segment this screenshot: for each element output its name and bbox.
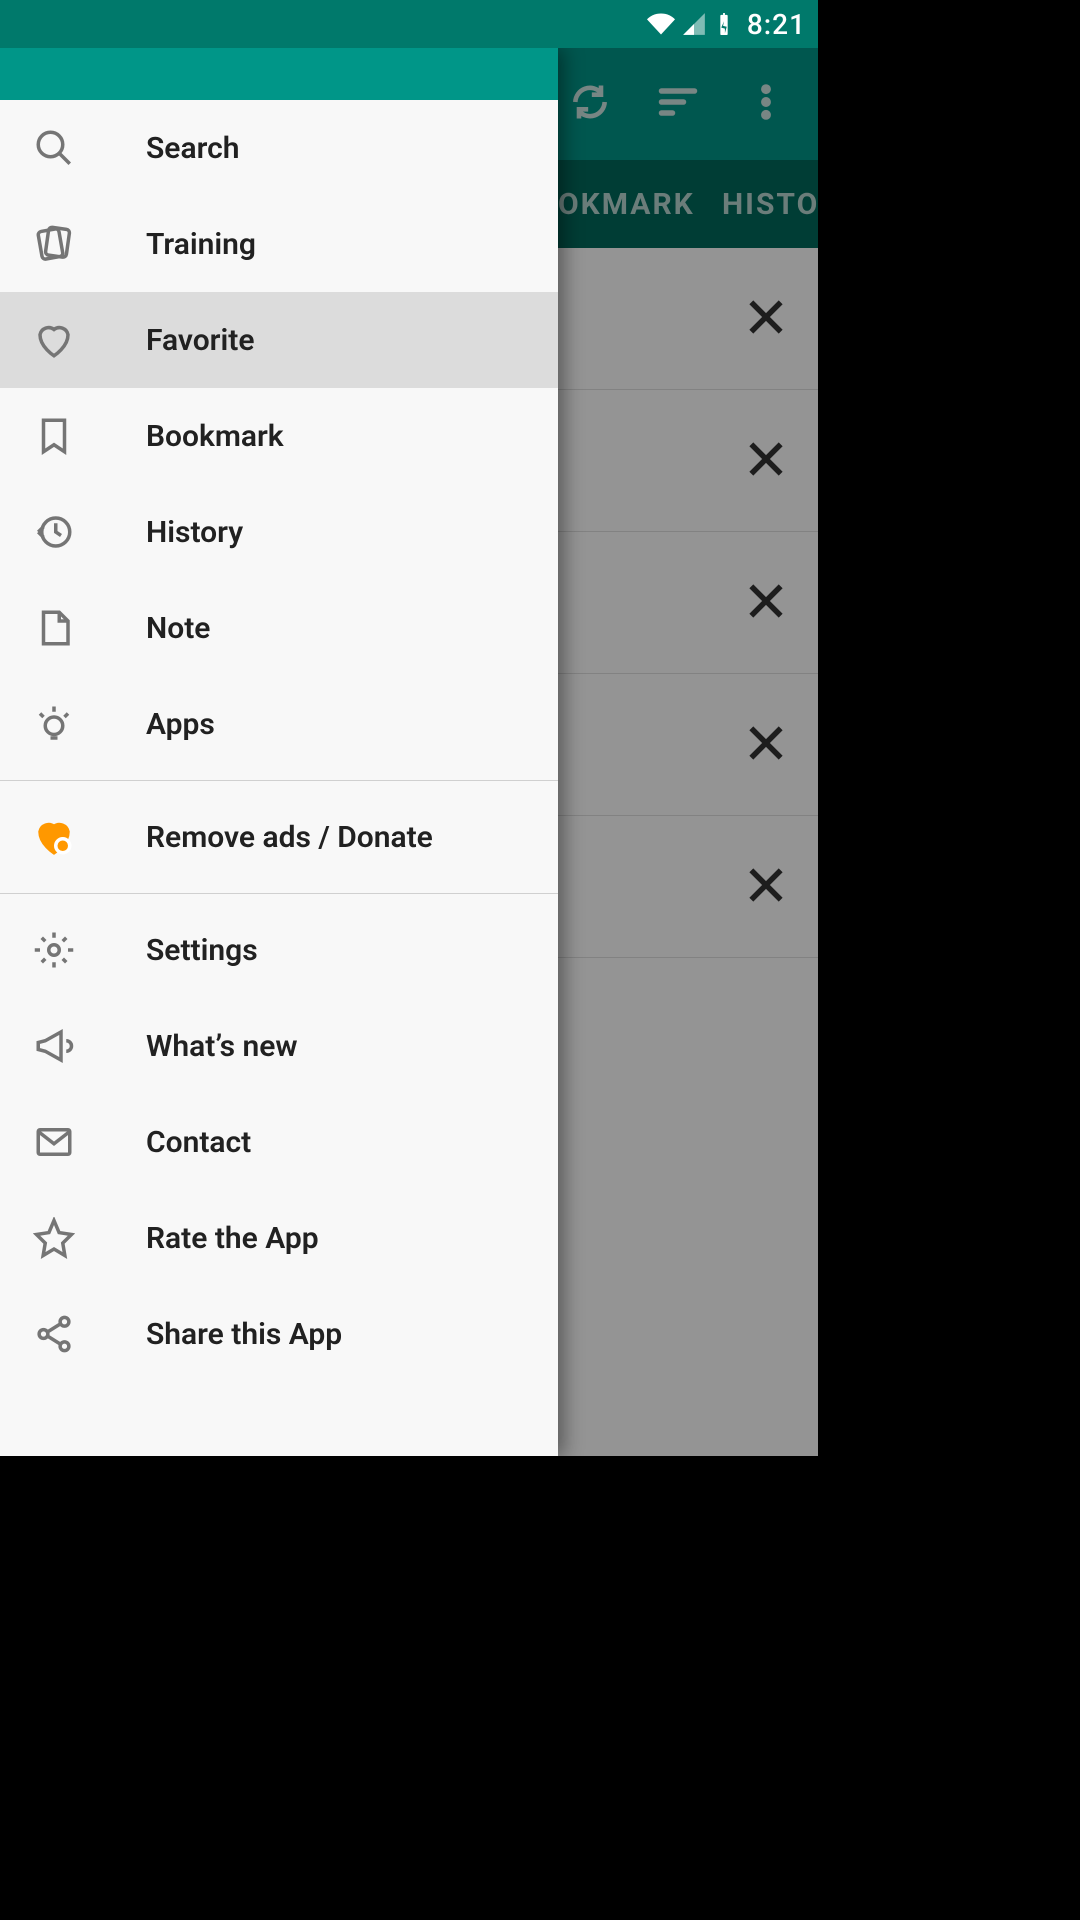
drawer-item-whatsnew[interactable]: What’s new bbox=[0, 998, 558, 1094]
drawer-item-note[interactable]: Note bbox=[0, 580, 558, 676]
drawer-item-favorite[interactable]: Favorite bbox=[0, 292, 558, 388]
star-icon bbox=[32, 1216, 76, 1260]
cards-icon bbox=[32, 222, 76, 266]
drawer-item-label: Settings bbox=[146, 933, 258, 968]
history-icon bbox=[32, 510, 76, 554]
note-icon bbox=[32, 606, 76, 650]
mail-icon bbox=[32, 1120, 76, 1164]
drawer-item-label: Favorite bbox=[146, 323, 255, 358]
drawer-item-label: Bookmark bbox=[146, 419, 284, 454]
drawer-item-settings[interactable]: Settings bbox=[0, 902, 558, 998]
drawer-item-contact[interactable]: Contact bbox=[0, 1094, 558, 1190]
drawer-item-label: History bbox=[146, 515, 243, 550]
drawer-item-apps[interactable]: Apps bbox=[0, 676, 558, 772]
drawer-item-bookmark[interactable]: Bookmark bbox=[0, 388, 558, 484]
nav-drawer: Search Training Favorite Bookmark bbox=[0, 48, 558, 1456]
drawer-item-label: Apps bbox=[146, 707, 215, 742]
drawer-item-training[interactable]: Training bbox=[0, 196, 558, 292]
drawer-item-share[interactable]: Share this App bbox=[0, 1286, 558, 1382]
drawer-item-label: Note bbox=[146, 611, 210, 646]
drawer-divider bbox=[0, 780, 558, 781]
gear-icon bbox=[32, 928, 76, 972]
drawer-item-label: Share this App bbox=[146, 1317, 342, 1352]
bookmark-icon bbox=[32, 414, 76, 458]
drawer-item-label: Contact bbox=[146, 1125, 251, 1160]
drawer-item-donate[interactable]: Remove ads / Donate bbox=[0, 789, 558, 885]
status-bar: 8:21 bbox=[0, 0, 818, 48]
drawer-item-label: Rate the App bbox=[146, 1221, 319, 1256]
lightbulb-icon bbox=[32, 702, 76, 746]
drawer-item-label: Remove ads / Donate bbox=[146, 820, 433, 855]
drawer-item-label: Search bbox=[146, 131, 239, 166]
wifi-icon bbox=[647, 10, 675, 38]
battery-charging-icon bbox=[713, 10, 735, 38]
status-time: 8:21 bbox=[747, 8, 806, 41]
drawer-item-label: Training bbox=[146, 227, 256, 262]
drawer-item-search[interactable]: Search bbox=[0, 100, 558, 196]
drawer-item-rate[interactable]: Rate the App bbox=[0, 1190, 558, 1286]
drawer-item-history[interactable]: History bbox=[0, 484, 558, 580]
donate-heart-icon bbox=[32, 815, 76, 859]
cell-signal-icon bbox=[681, 11, 707, 37]
search-icon bbox=[32, 126, 76, 170]
drawer-item-label: What’s new bbox=[146, 1029, 298, 1064]
share-icon bbox=[32, 1312, 76, 1356]
drawer-divider bbox=[0, 893, 558, 894]
drawer-header bbox=[0, 48, 558, 100]
megaphone-icon bbox=[32, 1024, 76, 1068]
heart-icon bbox=[32, 318, 76, 362]
